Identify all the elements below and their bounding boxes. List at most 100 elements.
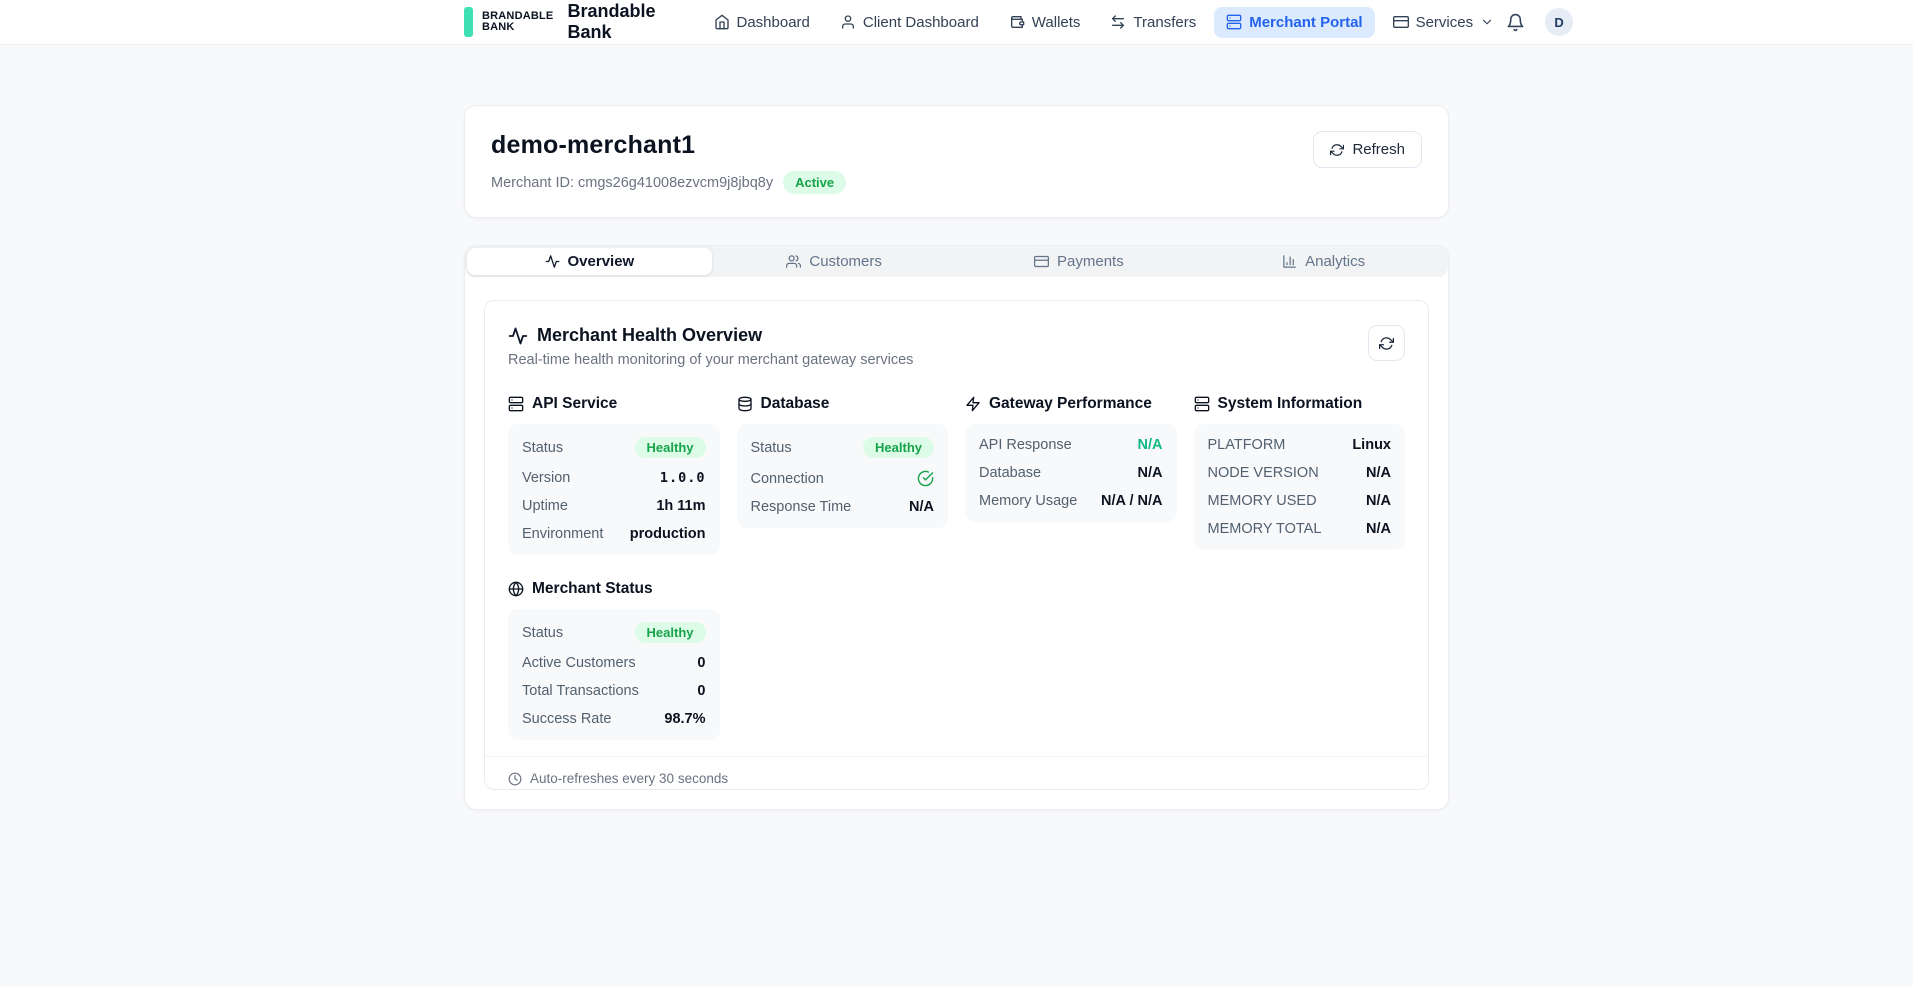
metric-value: N/A (1366, 465, 1391, 481)
nav-item-wallets[interactable]: Wallets (997, 7, 1093, 38)
metric-row-memory-usage: Memory UsageN/A / N/A (979, 487, 1163, 515)
metric-row-total-transactions: Total Transactions0 (522, 677, 706, 705)
metric-label: Version (522, 470, 570, 486)
chevron-down-icon (1480, 15, 1494, 29)
status-healthy-badge: Healthy (635, 437, 706, 458)
notifications-bell-icon[interactable] (1506, 13, 1525, 32)
metric-label: Database (979, 465, 1041, 481)
metric-row-platform: PLATFORMLinux (1208, 431, 1392, 459)
server-icon (1226, 14, 1242, 30)
nav-item-merchant-portal[interactable]: Merchant Portal (1214, 7, 1374, 38)
section-panel: PLATFORMLinux NODE VERSION N/A MEMORY USEDN… (1194, 424, 1406, 550)
metric-value: N/A (1138, 465, 1163, 481)
wallet-icon (1009, 14, 1025, 30)
metric-row-uptime: Uptime1h 11m (522, 492, 706, 520)
users-icon (786, 254, 801, 269)
nav-item-label: Merchant Portal (1249, 14, 1362, 31)
section-title: Merchant Status (532, 580, 653, 598)
metric-row-active-customers: Active Customers0 (522, 649, 706, 677)
nav-item-dashboard[interactable]: Dashboard (702, 7, 822, 38)
metric-label: Status (522, 625, 563, 641)
health-section-system-information: System Information PLATFORMLinux NODE VERS… (1194, 395, 1406, 555)
tab-overview[interactable]: Overview (467, 248, 712, 275)
metric-row-status: Status Healthy (522, 431, 706, 464)
brand-logo-text: BRANDABLE BANK (482, 11, 553, 33)
metric-value: 0 (697, 655, 705, 671)
metric-label: Success Rate (522, 711, 611, 727)
auto-refresh-note: Auto-refreshes every 30 seconds (530, 771, 728, 786)
user-icon (840, 14, 856, 30)
section-panel: StatusHealthyVersion1.0.0Uptime1h 11mEnv… (508, 424, 720, 555)
metric-row-status: Status Healthy (522, 616, 706, 649)
section-title: Database (761, 395, 830, 413)
tab-label: Payments (1057, 253, 1124, 270)
nav-item-label: Transfers (1133, 14, 1196, 31)
home-icon (714, 14, 730, 30)
refresh-button[interactable]: Refresh (1313, 131, 1422, 168)
metric-label: Memory Usage (979, 493, 1077, 509)
section-title: Gateway Performance (989, 395, 1152, 413)
health-section-database: Database StatusHealthy Connection Response … (737, 395, 949, 555)
tab-label: Overview (568, 253, 635, 270)
activity-icon (545, 254, 560, 269)
transfers-icon (1110, 14, 1126, 30)
metric-label: Uptime (522, 498, 568, 514)
credit-card-icon (1034, 254, 1049, 269)
metric-label: MEMORY TOTAL (1208, 521, 1322, 537)
nav-item-services[interactable]: Services (1381, 7, 1507, 38)
merchant-id: Merchant ID: cmgs26g41008ezvcm9j8jbq8y (491, 175, 773, 191)
health-card-title: Merchant Health Overview (537, 325, 762, 346)
merchant-health-card: Merchant Health Overview Real-time healt… (484, 300, 1429, 790)
main-content: demo-merchant1 Merchant ID: cmgs26g41008… (464, 105, 1449, 810)
tab-payments[interactable]: Payments (957, 248, 1202, 275)
metric-row-database: Database N/A (979, 459, 1163, 487)
health-refresh-button[interactable] (1368, 325, 1405, 361)
bar-chart-icon (1282, 254, 1297, 269)
status-healthy-badge: Healthy (635, 622, 706, 643)
metric-label: NODE VERSION (1208, 465, 1319, 481)
server-icon (508, 396, 524, 412)
metric-row-environment: Environment production (522, 520, 706, 548)
section-title: System Information (1218, 395, 1363, 413)
refresh-icon (1330, 143, 1344, 157)
health-section-merchant-status: Merchant Status Status Healthy Active Custo… (508, 580, 720, 740)
refresh-icon (1379, 336, 1394, 351)
nav-item-label: Services (1416, 14, 1474, 31)
zap-icon (965, 396, 981, 412)
health-card-footer: Auto-refreshes every 30 seconds (485, 756, 1428, 789)
metric-row-api-response: API Response N/A (979, 431, 1163, 459)
brand-logo-accent-bar (464, 7, 473, 37)
nav-item-transfers[interactable]: Transfers (1098, 7, 1208, 38)
metric-value: N/A (909, 499, 934, 515)
tabs-list: Overview Customers Payments Analytics (465, 246, 1448, 277)
merchant-header-card: demo-merchant1 Merchant ID: cmgs26g41008… (464, 105, 1449, 218)
metric-label: PLATFORM (1208, 437, 1286, 453)
metric-row-memory-used: MEMORY USEDN/A (1208, 487, 1392, 515)
metric-label: MEMORY USED (1208, 493, 1317, 509)
metric-row-status: StatusHealthy (751, 431, 935, 464)
metric-row-connection: Connection (751, 464, 935, 493)
metric-label: Connection (751, 471, 824, 487)
metric-value: N/A (1138, 437, 1163, 453)
metric-value: production (630, 526, 706, 542)
metric-label: Status (522, 440, 563, 456)
tab-analytics[interactable]: Analytics (1201, 248, 1446, 275)
metric-row-version: Version1.0.0 (522, 464, 706, 492)
metric-label: API Response (979, 437, 1072, 453)
clock-icon (508, 772, 522, 786)
metric-label: Response Time (751, 499, 852, 515)
section-panel: StatusHealthy Connection Response Time N/A (737, 424, 949, 528)
app-title: Brandable Bank (567, 1, 655, 43)
refresh-button-label: Refresh (1352, 141, 1405, 158)
metric-row-memory-total: MEMORY TOTALN/A (1208, 515, 1392, 543)
section-panel: Status Healthy Active Customers0Total Tran… (508, 609, 720, 740)
nav-item-client-dashboard[interactable]: Client Dashboard (828, 7, 991, 38)
user-avatar[interactable]: D (1545, 8, 1573, 36)
merchant-status-badge: Active (783, 171, 846, 194)
tab-customers[interactable]: Customers (712, 248, 957, 275)
merchant-name: demo-merchant1 (491, 131, 846, 160)
check-circle-icon (917, 470, 934, 487)
nav-item-label: Dashboard (737, 14, 810, 31)
credit-card-icon (1393, 14, 1409, 30)
metric-label: Environment (522, 526, 603, 542)
